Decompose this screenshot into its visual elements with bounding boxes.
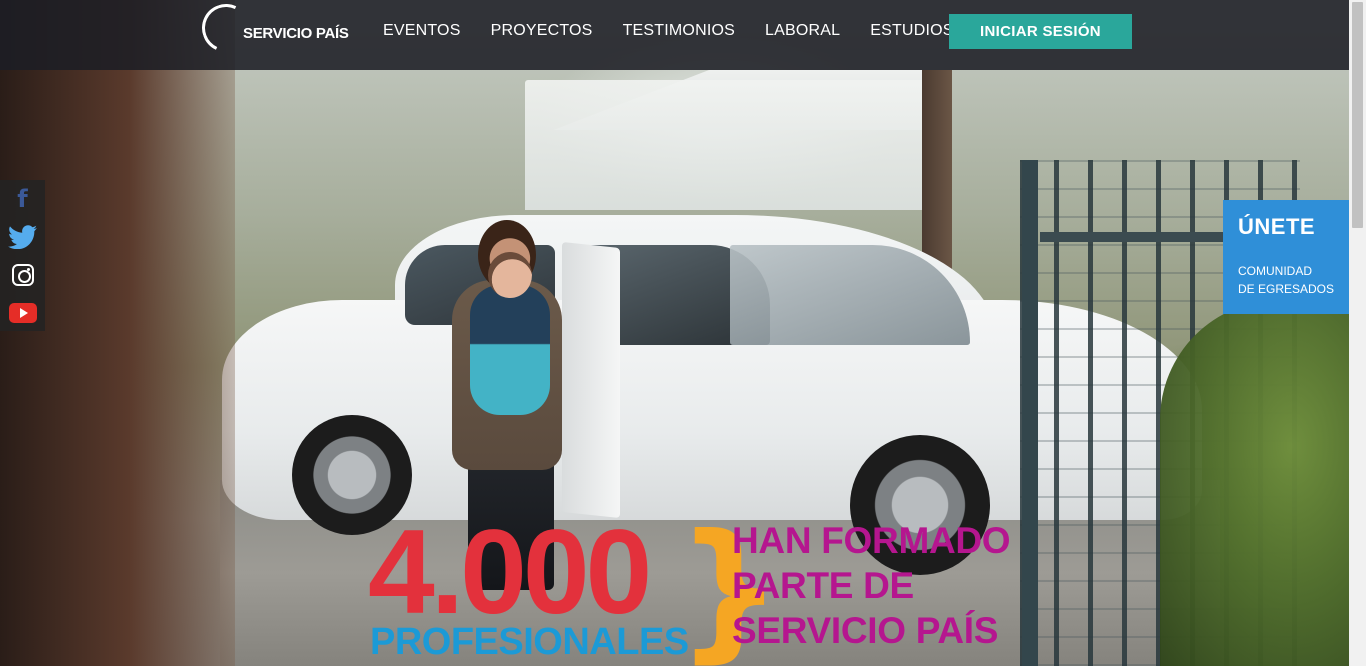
- foreground-blur-left: [0, 0, 235, 666]
- join-subtitle-line-1: COMUNIDAD: [1238, 264, 1312, 278]
- baby-head: [488, 252, 532, 298]
- social-links-rail: f: [0, 180, 45, 331]
- car-open-door: [562, 241, 620, 519]
- logo-text: SERVICIO PAÍS: [243, 25, 349, 42]
- gate-post: [1022, 160, 1038, 666]
- nav-item-testimonios[interactable]: TESTIMONIOS: [623, 22, 735, 40]
- social-link-facebook[interactable]: f: [0, 180, 45, 218]
- youtube-icon: [8, 303, 37, 323]
- bushes: [1160, 300, 1366, 666]
- join-subtitle-line-2: DE EGRESADOS: [1238, 282, 1335, 296]
- hero-phrase-line-3: SERVICIO PAÍS: [732, 610, 999, 651]
- join-alumni-panel[interactable]: ÚNETE COMUNIDAD DE EGRESADOS: [1223, 200, 1349, 314]
- login-button[interactable]: INICIAR SESIÓN: [949, 14, 1132, 49]
- hero-phrase-line-2: PARTE DE: [732, 565, 914, 606]
- social-link-instagram[interactable]: [0, 256, 45, 294]
- baby: [470, 285, 550, 415]
- join-title: ÚNETE: [1238, 214, 1316, 239]
- instagram-icon: [11, 264, 34, 286]
- scrollbar-thumb[interactable]: [1352, 2, 1363, 228]
- social-link-youtube[interactable]: [0, 294, 45, 332]
- facebook-icon: f: [17, 185, 28, 213]
- hero-professionals-label: PROFESIONALES: [370, 621, 689, 663]
- twitter-icon: [7, 225, 37, 249]
- nav-item-proyectos[interactable]: PROYECTOS: [491, 22, 593, 40]
- top-navigation-bar: SERVICIO PAÍS EVENTOS PROYECTOS TESTIMON…: [0, 0, 1349, 70]
- main-nav: EVENTOS PROYECTOS TESTIMONIOS LABORAL ES…: [383, 22, 954, 40]
- nav-item-estudios[interactable]: ESTUDIOS: [870, 22, 953, 40]
- background-building: [525, 80, 935, 210]
- join-subtitle: COMUNIDAD DE EGRESADOS: [1238, 262, 1334, 298]
- hero-phrase-line-1: HAN FORMADO: [732, 520, 1011, 561]
- nav-item-eventos[interactable]: EVENTOS: [383, 22, 461, 40]
- hero-phrase: HAN FORMADO PARTE DE SERVICIO PAÍS: [732, 518, 1011, 653]
- social-link-twitter[interactable]: [0, 218, 45, 256]
- servicio-pais-logo[interactable]: SERVICIO PAÍS: [195, 0, 362, 60]
- page-scrollbar[interactable]: [1349, 0, 1366, 666]
- hero-big-number: 4.000: [368, 505, 652, 639]
- nav-item-laboral[interactable]: LABORAL: [765, 22, 840, 40]
